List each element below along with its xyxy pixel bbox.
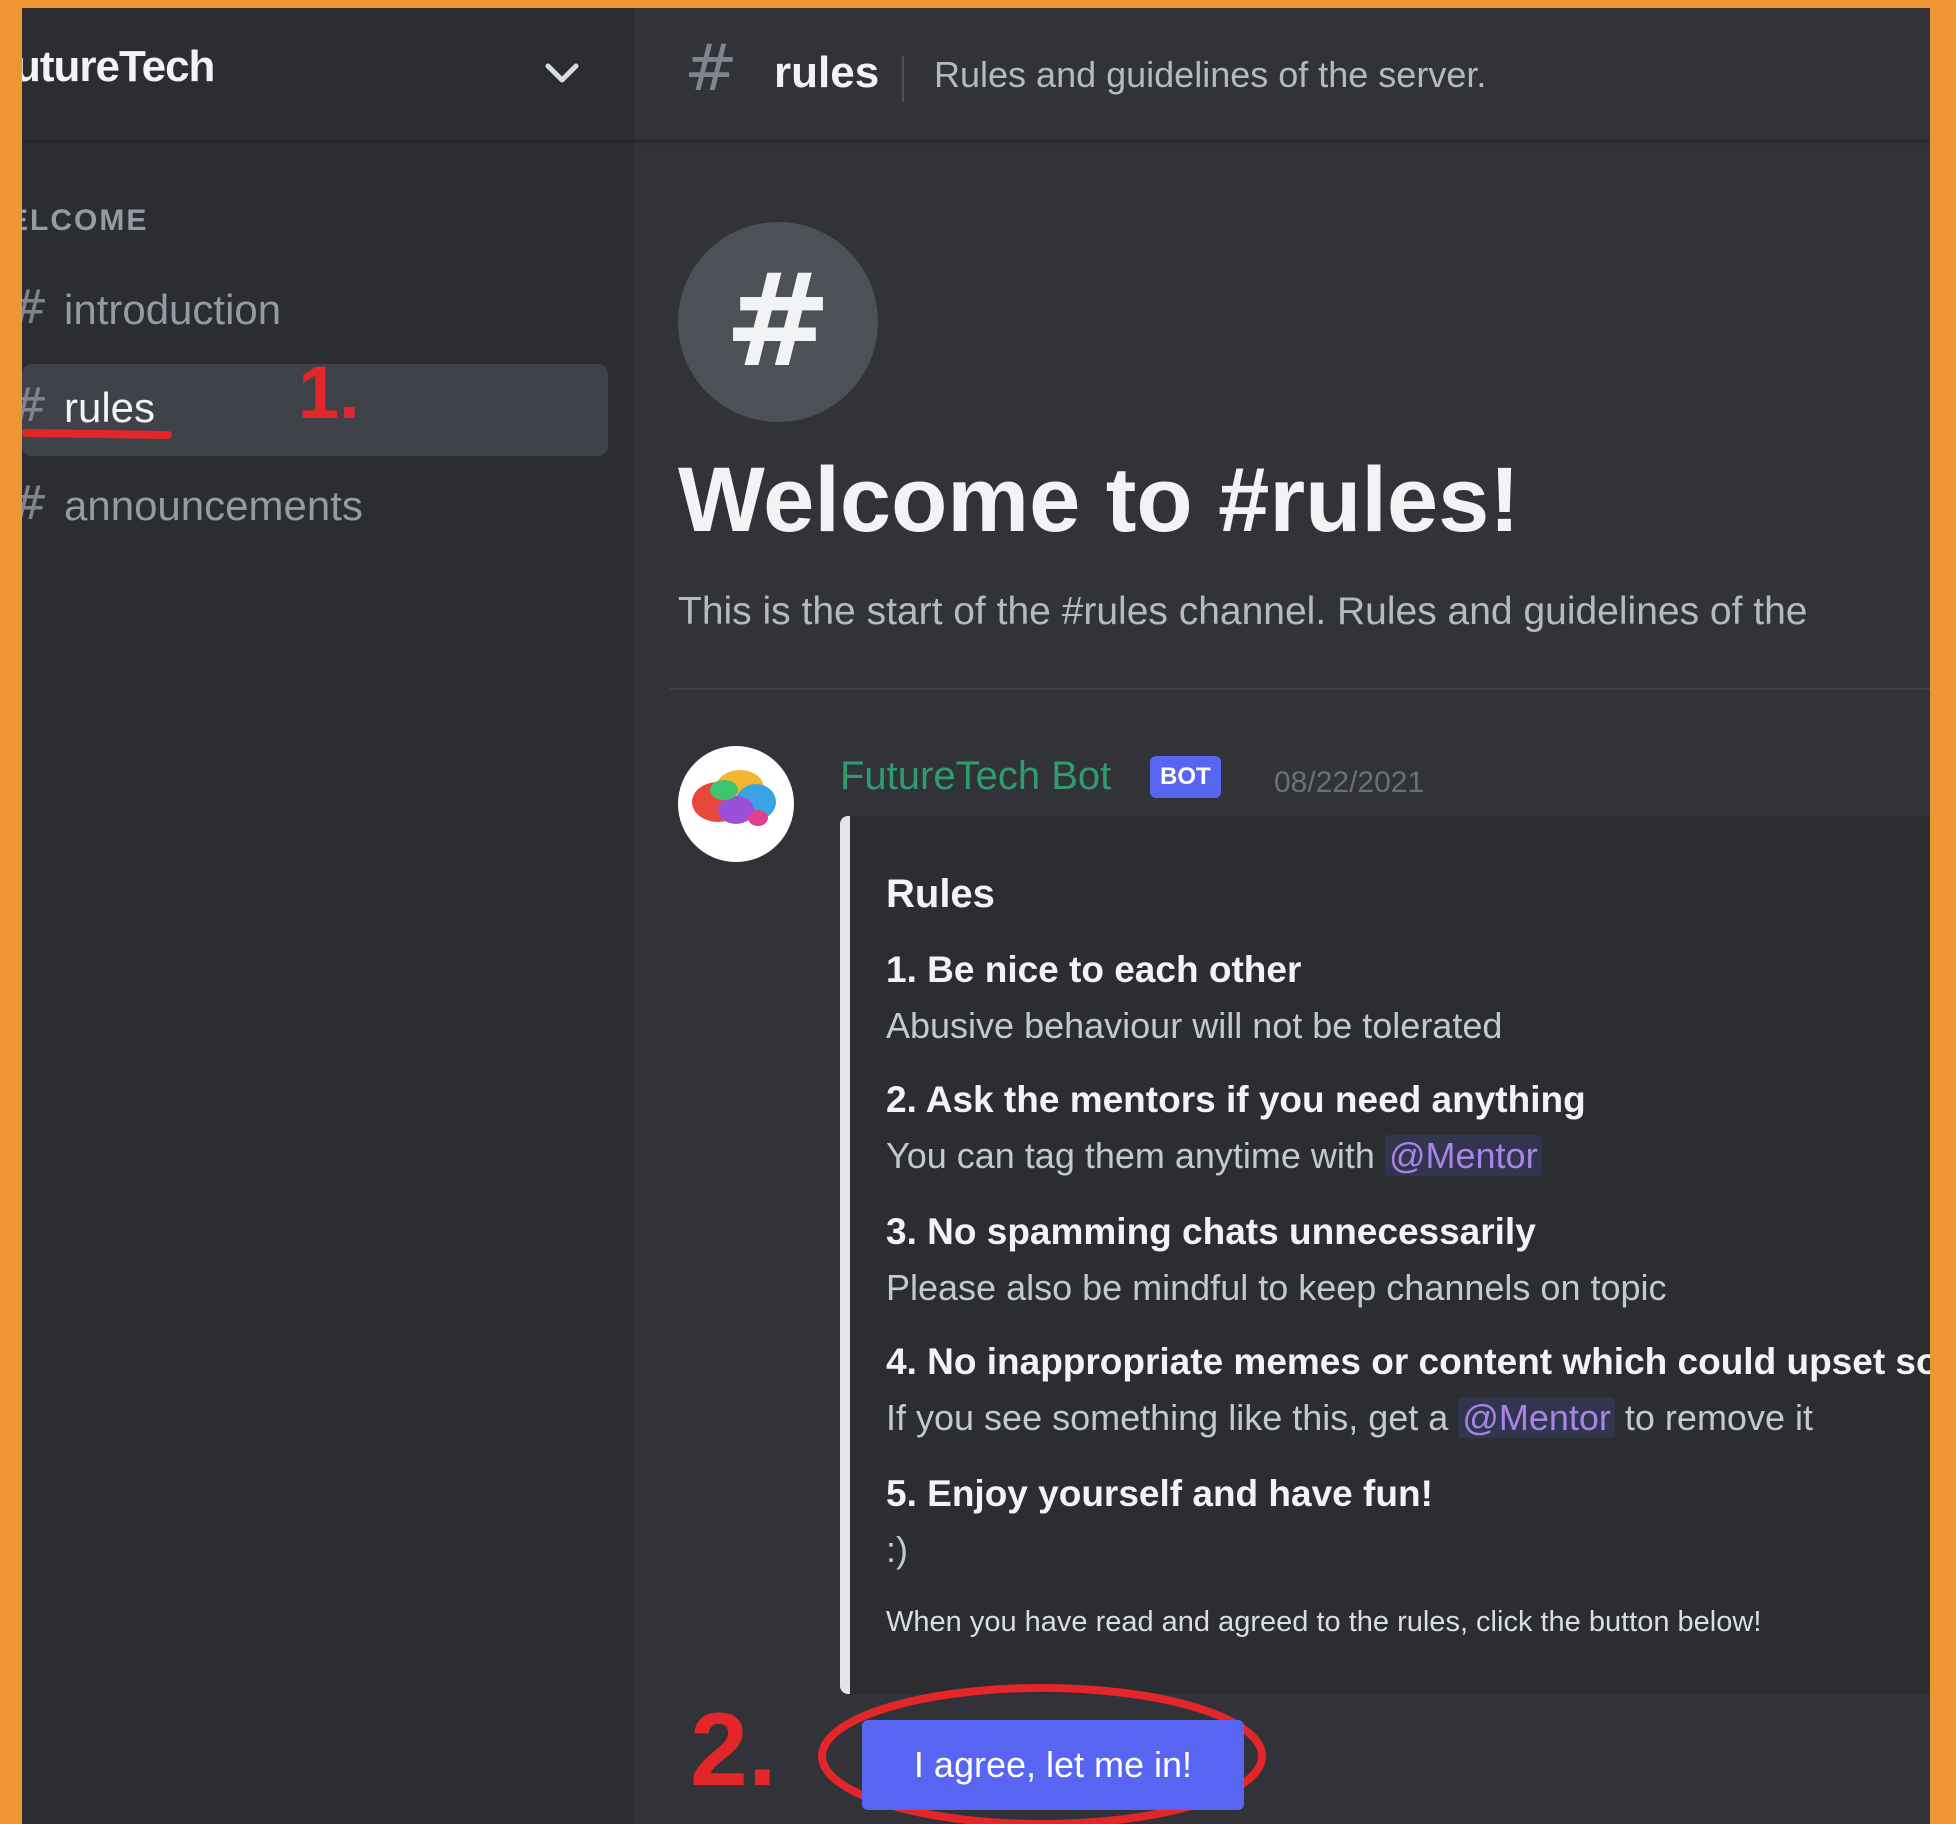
rule-item: 5. Enjoy yourself and have fun! :) (886, 1466, 1930, 1578)
rule-text: You can tag them anytime with (886, 1135, 1385, 1176)
channel-main: # rules Rules and guidelines of the serv… (634, 8, 1930, 1824)
embed-accent-bar (840, 816, 850, 1694)
rule-item: 1. Be nice to each other Abusive behavio… (886, 942, 1930, 1054)
channel-introduction[interactable]: # introduction (22, 266, 608, 358)
mentor-mention[interactable]: @Mentor (1384, 1135, 1542, 1176)
rule-item: 3. No spamming chats unnecessarily Pleas… (886, 1204, 1930, 1316)
channel-hash-icon: # (678, 222, 878, 422)
hash-icon: # (22, 280, 49, 334)
channel-announcements[interactable]: # announcements (22, 462, 608, 554)
rule-description: Abusive behaviour will not be tolerated (886, 1005, 1503, 1046)
hash-icon: # (684, 32, 738, 106)
brain-logo-icon (692, 770, 776, 826)
rule-heading: 5. Enjoy yourself and have fun! (886, 1473, 1433, 1514)
hash-icon: # (22, 476, 49, 530)
annotation-step-2: 2. (690, 1692, 777, 1808)
rule-heading: 4. No inappropriate memes or content whi… (886, 1341, 1930, 1382)
channel-sidebar: utureTech ELCOME # introduction # rules … (22, 8, 634, 1824)
agree-button[interactable]: I agree, let me in! (862, 1720, 1244, 1810)
server-name: utureTech (22, 42, 215, 91)
chevron-down-icon[interactable] (540, 58, 584, 90)
rules-embed: Rules 1. Be nice to each other Abusive b… (840, 816, 1930, 1694)
category-welcome[interactable]: ELCOME (22, 204, 148, 238)
annotation-step-1: 1. (298, 351, 360, 434)
rule-text: If you see something like this, get a (886, 1397, 1459, 1438)
rule-text: to remove it (1614, 1397, 1813, 1438)
channel-label: announcements (64, 482, 363, 529)
welcome-title: Welcome to #rules! (678, 449, 1520, 551)
channel-label: rules (64, 384, 156, 431)
welcome-description: This is the start of the #rules channel.… (678, 590, 1808, 633)
topbar-channel-name: rules (774, 48, 880, 97)
channel-topic[interactable]: Rules and guidelines of the server. (934, 54, 1486, 96)
topbar-divider (902, 56, 904, 102)
bot-badge: BOT (1150, 756, 1221, 798)
channel-topbar: # rules Rules and guidelines of the serv… (634, 8, 1930, 140)
channel-label: introduction (64, 286, 282, 333)
bot-avatar[interactable] (678, 746, 794, 862)
rule-item: 4. No inappropriate memes or content whi… (886, 1334, 1930, 1446)
rule-heading: 3. No spamming chats unnecessarily (886, 1211, 1536, 1252)
rule-description: If you see something like this, get a @M… (886, 1390, 1930, 1446)
rule-description: :) (886, 1529, 908, 1570)
divider (670, 688, 1930, 690)
rule-item: 2. Ask the mentors if you need anything … (886, 1072, 1930, 1184)
message-timestamp: 08/22/2021 (1274, 766, 1425, 799)
mentor-mention[interactable]: @Mentor (1458, 1397, 1615, 1438)
rule-heading: 1. Be nice to each other (886, 949, 1302, 990)
server-header[interactable]: utureTech (22, 8, 634, 140)
rule-description: Please also be mindful to keep channels … (886, 1267, 1667, 1308)
rule-heading: 2. Ask the mentors if you need anything (886, 1079, 1586, 1120)
rule-description: You can tag them anytime with @Mentor (886, 1128, 1930, 1184)
discord-window: utureTech ELCOME # introduction # rules … (22, 8, 1930, 1824)
hash-icon: # (22, 378, 49, 432)
embed-footer-text: When you have read and agreed to the rul… (886, 1606, 1762, 1638)
message-author[interactable]: FutureTech Bot (840, 754, 1111, 799)
embed-title: Rules (886, 872, 995, 916)
